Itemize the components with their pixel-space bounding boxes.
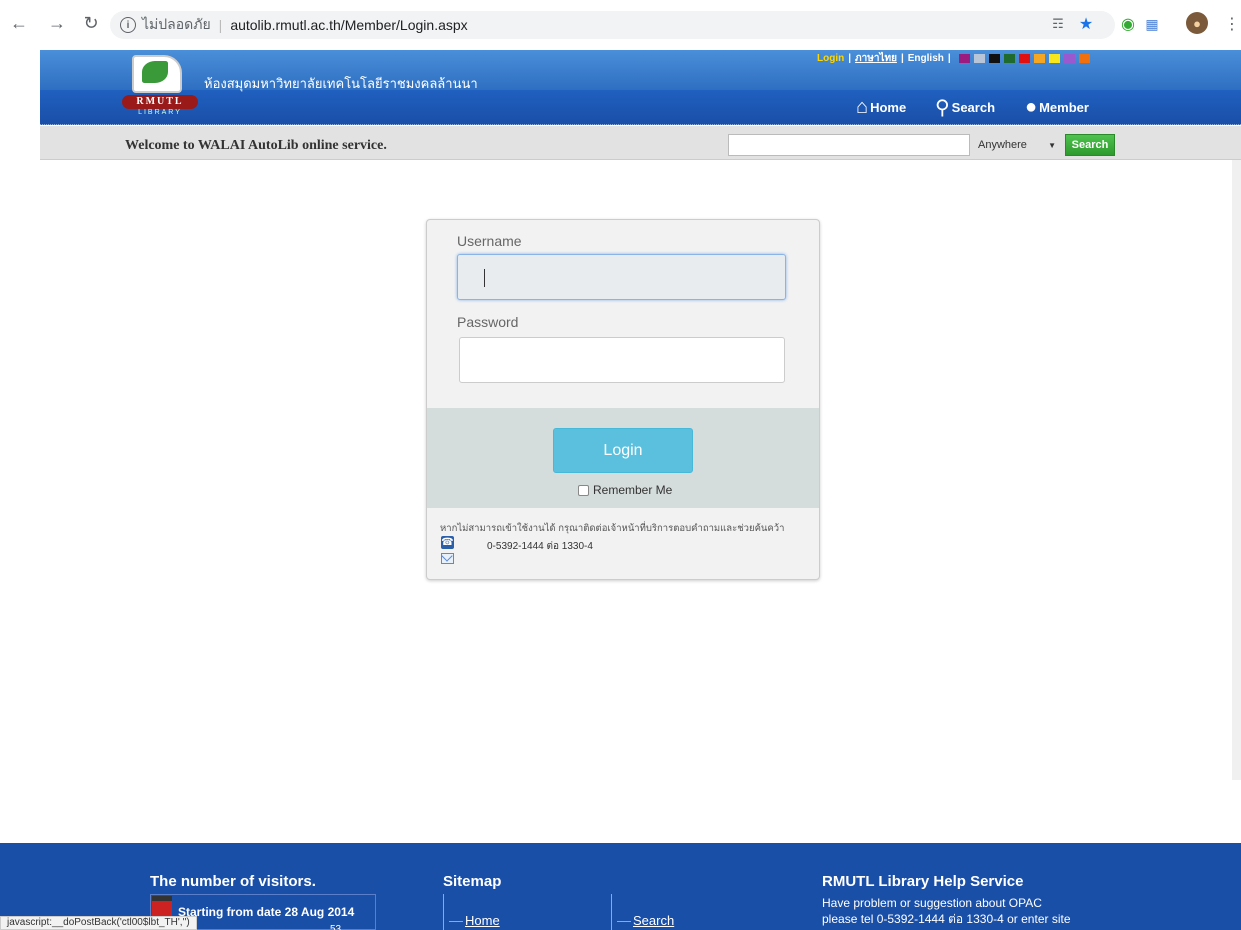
- sitemap-title: Sitemap: [443, 873, 502, 890]
- nav-member[interactable]: ● Member: [1025, 92, 1089, 122]
- visitors-title: The number of visitors.: [150, 873, 316, 890]
- theme-swatch-8[interactable]: [1078, 53, 1090, 63]
- nav-home[interactable]: ⌂ Home: [856, 92, 906, 122]
- dropdown-arrow-icon: ▼: [1048, 140, 1056, 150]
- page-scrollbar[interactable]: [1232, 160, 1241, 780]
- sitemap-divider: [611, 894, 612, 930]
- magnifier-icon: ⚲: [935, 96, 950, 119]
- link-divider: |: [848, 52, 852, 64]
- help-service-text: Have problem or suggestion about OPAC pl…: [822, 895, 1071, 927]
- nav-member-label: Member: [1039, 99, 1089, 115]
- theme-swatch-5[interactable]: [1033, 53, 1045, 63]
- address-bar[interactable]: i ไม่ปลอดภัย | autolib.rmutl.ac.th/Membe…: [110, 11, 1115, 39]
- menu-dots-icon[interactable]: ⋮: [1222, 14, 1241, 34]
- nav-search[interactable]: ⚲ Search: [935, 92, 995, 122]
- login-button[interactable]: Login: [553, 428, 693, 473]
- search-scope-select[interactable]: Anywhere ▼: [970, 134, 1062, 156]
- username-input[interactable]: [457, 254, 786, 300]
- password-label: Password: [457, 314, 519, 330]
- theme-swatch-1[interactable]: [973, 53, 985, 63]
- search-scope-value: Anywhere: [978, 139, 1027, 151]
- quick-search-button[interactable]: Search: [1065, 134, 1115, 156]
- theme-swatch-6[interactable]: [1048, 53, 1060, 63]
- browser-status-bar: javascript:__doPostBack('ctl00$lbt_TH','…: [0, 916, 197, 930]
- quick-search-input[interactable]: [728, 134, 970, 156]
- site-name: ห้องสมุดมหาวิทยาลัยเทคโนโลยีราชมงคลล้านน…: [204, 76, 478, 91]
- remember-me[interactable]: Remember Me: [578, 483, 672, 497]
- security-status[interactable]: ไม่ปลอดภัย: [142, 14, 211, 36]
- leaf-icon: [142, 61, 168, 83]
- username-label: Username: [457, 233, 522, 249]
- visitor-start-date: Starting from date 28 Aug 2014: [178, 905, 355, 919]
- url-text[interactable]: autolib.rmutl.ac.th/Member/Login.aspx: [230, 17, 467, 33]
- visitor-count: 53: [330, 924, 342, 930]
- theme-swatch-0[interactable]: [958, 53, 970, 63]
- phone-number: 0-5392-1444 ต่อ 1330-4: [487, 541, 593, 552]
- welcome-text: Welcome to WALAI AutoLib online service.: [125, 138, 387, 153]
- theme-swatch-2[interactable]: [988, 53, 1000, 63]
- help-service-line: Have problem or suggestion about OPAC: [822, 896, 1042, 910]
- english-language-link[interactable]: English: [908, 53, 944, 64]
- theme-color-swatches: [955, 53, 1090, 63]
- address-divider: |: [218, 17, 223, 33]
- remember-me-checkbox[interactable]: [578, 484, 589, 496]
- extension-translate-icon[interactable]: ▦: [1142, 14, 1162, 34]
- link-divider: |: [947, 52, 951, 64]
- sitemap-link-home[interactable]: Home: [449, 913, 500, 928]
- top-links: Login | ภาษาไทย | English |: [817, 50, 1090, 66]
- calendar-icon: [152, 896, 172, 916]
- help-service-line: please tel 0-5392-1444 ต่อ 1330-4 or ent…: [822, 912, 1071, 926]
- theme-swatch-4[interactable]: [1018, 53, 1030, 63]
- home-icon: ⌂: [856, 95, 869, 118]
- logo-subtext: LIBRARY: [138, 109, 182, 116]
- remember-me-label: Remember Me: [593, 483, 673, 497]
- library-logo[interactable]: RMUTL LIBRARY: [120, 55, 200, 120]
- sitemap-divider: [443, 894, 444, 930]
- text-caret: [484, 269, 485, 287]
- back-icon[interactable]: ←: [8, 12, 30, 34]
- reload-icon[interactable]: ↻: [80, 12, 102, 34]
- link-divider: |: [900, 52, 904, 64]
- sitemap-link-search[interactable]: Search: [616, 913, 674, 928]
- profile-avatar-icon[interactable]: ●: [1186, 12, 1208, 34]
- nav-home-label: Home: [870, 99, 907, 115]
- forward-icon[interactable]: →: [46, 12, 68, 34]
- login-link[interactable]: Login: [817, 53, 844, 64]
- nav-search-label: Search: [951, 99, 996, 115]
- page-root: ← → ↻ i ไม่ปลอดภัย | autolib.rmutl.ac.th…: [0, 0, 1241, 930]
- user-icon: ●: [1025, 95, 1038, 118]
- password-input[interactable]: [459, 337, 785, 383]
- login-help-text: หากไม่สามารถเข้าใช้งานได้ กรุณาติดต่อเจ้…: [440, 523, 785, 534]
- mail-icon[interactable]: [441, 553, 454, 564]
- info-icon[interactable]: i: [120, 17, 136, 33]
- bookmark-star-icon[interactable]: ★: [1076, 14, 1096, 34]
- thai-language-link[interactable]: ภาษาไทย: [855, 51, 897, 66]
- phone-icon: ☎: [441, 536, 454, 549]
- logo-text: RMUTL: [122, 95, 198, 109]
- extension-globe-icon[interactable]: ◉: [1118, 14, 1138, 34]
- theme-swatch-7[interactable]: [1063, 53, 1075, 63]
- theme-swatch-3[interactable]: [1003, 53, 1015, 63]
- translate-icon[interactable]: ☶: [1048, 14, 1068, 34]
- help-service-title: RMUTL Library Help Service: [822, 873, 1024, 890]
- browser-toolbar: ← → ↻ i ไม่ปลอดภัย | autolib.rmutl.ac.th…: [0, 0, 1241, 50]
